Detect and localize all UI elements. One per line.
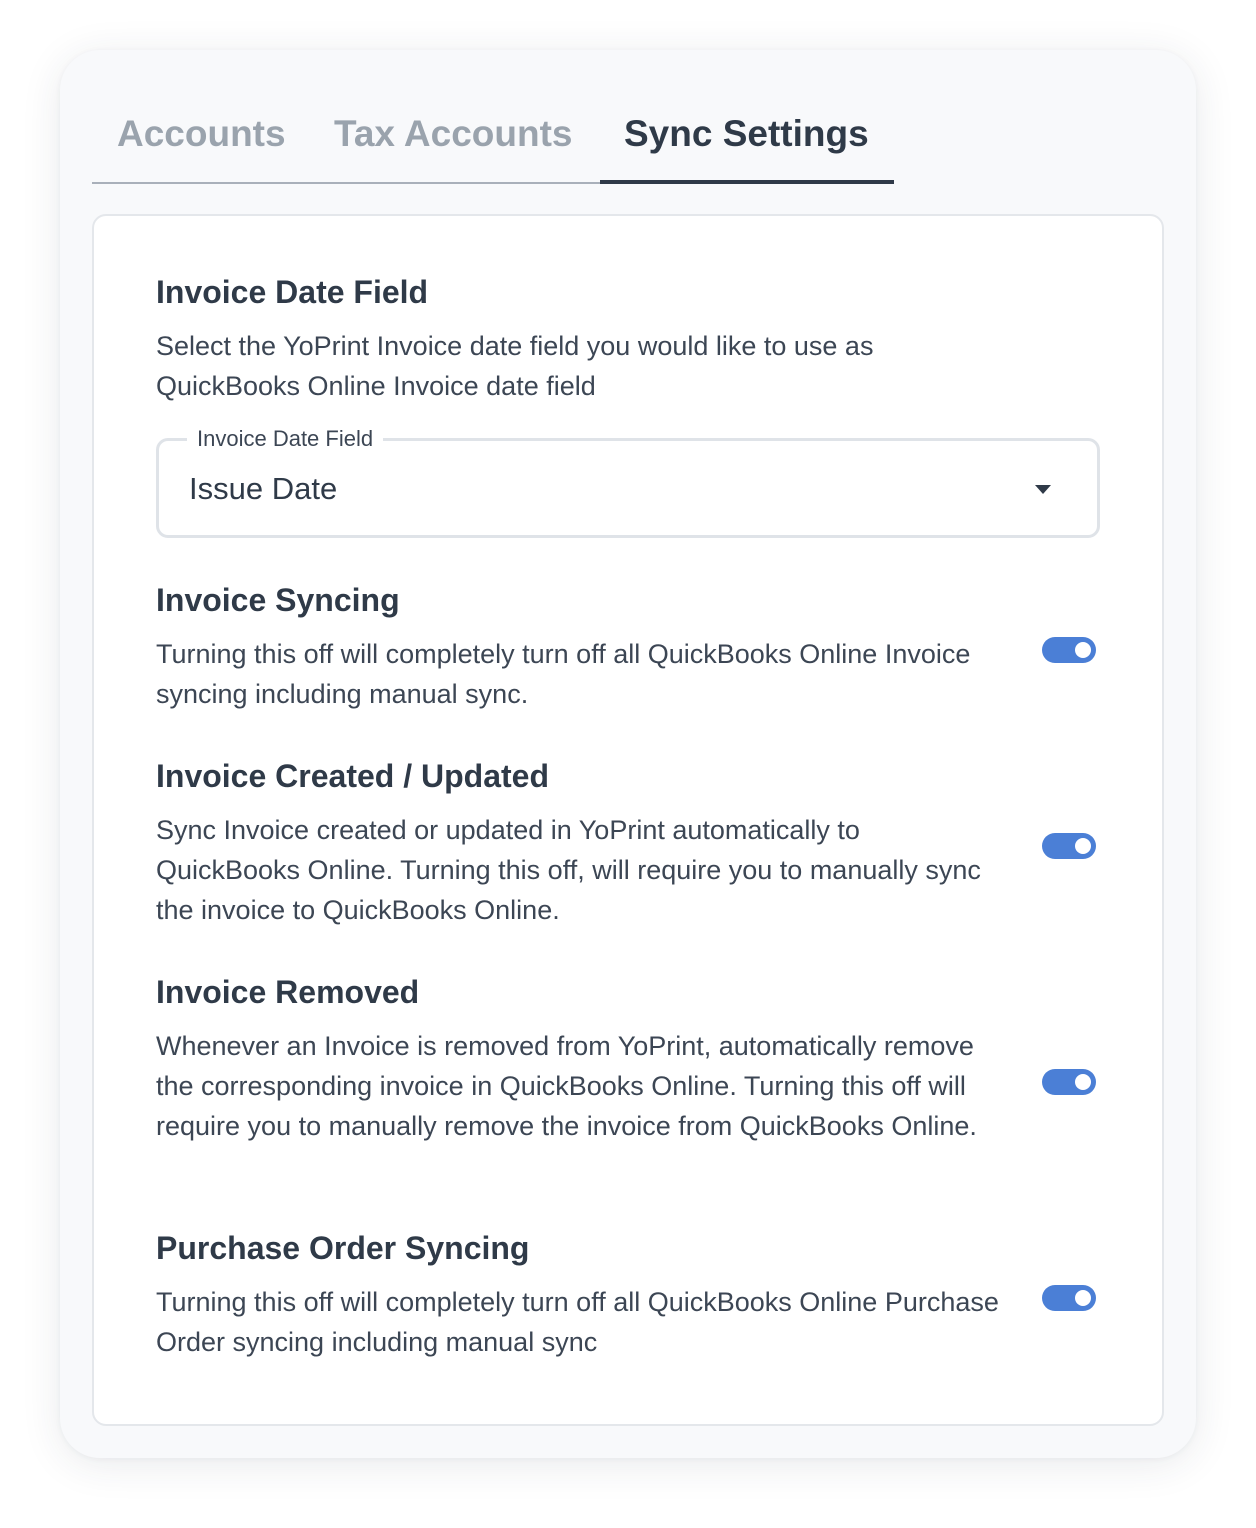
tab-bar: Accounts Tax Accounts Sync Settings xyxy=(92,102,894,184)
invoice-created-updated-heading: Invoice Created / Updated xyxy=(156,758,549,794)
toggle-knob xyxy=(1075,838,1091,854)
sync-settings-panel: Invoice Date Field Select the YoPrint In… xyxy=(92,214,1164,1426)
toggle-knob xyxy=(1075,642,1091,658)
invoice-removed-description: Whenever an Invoice is removed from YoPr… xyxy=(156,1031,977,1141)
invoice-removed-toggle[interactable] xyxy=(1042,1069,1096,1095)
purchase-order-syncing-toggle[interactable] xyxy=(1042,1285,1096,1311)
tab-accounts[interactable]: Accounts xyxy=(117,102,286,182)
settings-card: Accounts Tax Accounts Sync Settings Invo… xyxy=(60,50,1196,1458)
caret-down-icon xyxy=(1035,485,1051,494)
invoice-date-heading: Invoice Date Field xyxy=(156,274,429,310)
toggle-knob xyxy=(1075,1074,1091,1090)
purchase-order-syncing-description: Turning this off will completely turn of… xyxy=(156,1287,999,1357)
purchase-order-syncing-heading: Purchase Order Syncing xyxy=(156,1230,530,1266)
invoice-date-description: Select the YoPrint Invoice date field yo… xyxy=(156,331,874,401)
toggle-knob xyxy=(1075,1290,1091,1306)
invoice-date-select-label: Invoice Date Field xyxy=(187,423,384,455)
invoice-date-select-value: Issue Date xyxy=(189,471,338,506)
invoice-created-updated-description: Sync Invoice created or updated in YoPri… xyxy=(156,815,981,925)
invoice-created-updated-toggle[interactable] xyxy=(1042,833,1096,859)
invoice-date-select[interactable]: Invoice Date Field Issue Date xyxy=(156,423,1100,538)
invoice-syncing-heading: Invoice Syncing xyxy=(156,582,400,618)
invoice-syncing-description: Turning this off will completely turn of… xyxy=(156,639,971,709)
invoice-syncing-toggle[interactable] xyxy=(1042,637,1096,663)
invoice-removed-heading: Invoice Removed xyxy=(156,974,420,1010)
tab-sync-settings[interactable]: Sync Settings xyxy=(600,102,894,184)
tab-tax-accounts[interactable]: Tax Accounts xyxy=(334,102,573,182)
